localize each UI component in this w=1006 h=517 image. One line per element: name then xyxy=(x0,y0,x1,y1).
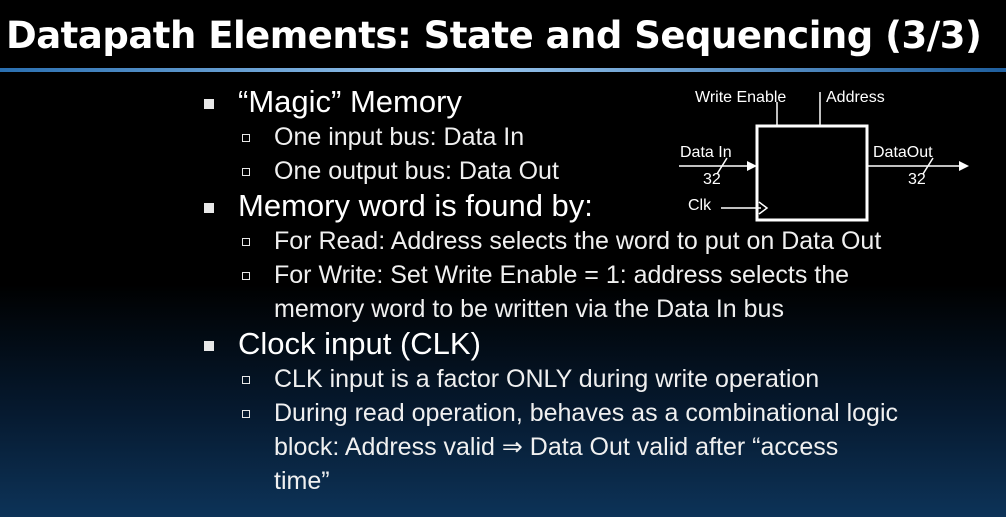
hollow-square-bullet-icon xyxy=(242,272,250,280)
sub-bullet-text: For Write: Set Write Enable = 1: address… xyxy=(274,261,850,289)
data-out-label: DataOut xyxy=(873,144,933,161)
hollow-square-bullet-icon xyxy=(242,410,250,418)
square-bullet-icon xyxy=(204,341,214,351)
sub-bullet: For Write: Set Write Enable = 1: address… xyxy=(200,258,1000,292)
sub-bullet-continuation: memory word to be written via the Data I… xyxy=(200,292,1000,326)
sub-bullet-text: time” xyxy=(274,467,330,495)
sub-bullet-continuation: block: Address valid ⇒ Data Out valid af… xyxy=(200,430,1000,464)
hollow-square-bullet-icon xyxy=(242,376,250,384)
data-out-width-label: 32 xyxy=(908,171,926,188)
sub-bullet-text: During read operation, behaves as a comb… xyxy=(274,399,898,427)
data-in-width-label: 32 xyxy=(703,171,721,188)
sub-bullet: During read operation, behaves as a comb… xyxy=(200,396,1000,430)
hollow-square-bullet-icon xyxy=(242,238,250,246)
slide-title: Datapath Elements: State and Sequencing … xyxy=(6,14,982,57)
data-out-arrowhead xyxy=(959,161,969,171)
memory-block-diagram: Write Enable Address Data In 32 DataOut … xyxy=(675,86,975,236)
sub-bullet-continuation: time” xyxy=(200,464,1000,498)
sub-bullet: CLK input is a factor ONLY during write … xyxy=(200,362,1000,396)
clk-label: Clk xyxy=(688,197,712,214)
address-label: Address xyxy=(826,89,885,106)
memory-block xyxy=(755,124,869,222)
title-underline xyxy=(0,68,1006,72)
write-enable-label: Write Enable xyxy=(695,89,787,106)
bullet-clock-input: Clock input (CLK) xyxy=(200,326,1000,362)
sub-bullet-text: One output bus: Data Out xyxy=(274,157,559,185)
sub-bullet-text: block: Address valid ⇒ Data Out valid af… xyxy=(274,433,839,461)
hollow-square-bullet-icon xyxy=(242,168,250,176)
bullet-text: “Magic” Memory xyxy=(238,84,462,119)
square-bullet-icon xyxy=(204,99,214,109)
sub-bullet-text: One input bus: Data In xyxy=(274,123,525,151)
bullet-text: Memory word is found by: xyxy=(238,188,593,223)
sub-bullet-text: memory word to be written via the Data I… xyxy=(274,295,784,323)
hollow-square-bullet-icon xyxy=(242,134,250,142)
square-bullet-icon xyxy=(204,203,214,213)
bullet-text: Clock input (CLK) xyxy=(238,326,481,361)
sub-bullet-text: CLK input is a factor ONLY during write … xyxy=(274,365,820,393)
data-in-label: Data In xyxy=(680,144,732,161)
